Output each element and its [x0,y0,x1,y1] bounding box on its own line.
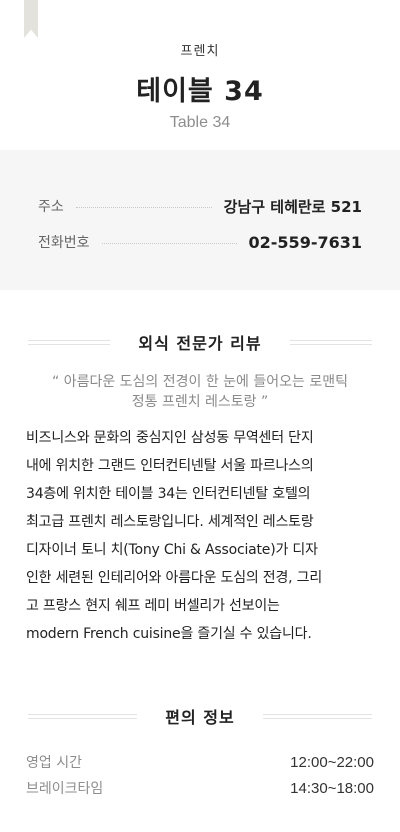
address-label: 주소 [38,199,64,215]
restaurant-name-english: Table 34 [169,114,231,131]
review-line: 최고급 프렌치 레스토랑입니다. 세계적인 레스토랑 [26,514,314,530]
dotted-leader [101,242,237,244]
hours-label: 영업 시간 [26,755,82,771]
heading-rule-right [262,713,373,719]
heading-rule-right [289,339,372,345]
section-heading: 외식 전문가 리뷰 [0,330,400,354]
restaurant-name: 테이블 34 [136,76,264,107]
hours-row-break: 브레이크타임 14:30~18:00 [26,776,374,802]
review-line: 고 프랑스 현지 쉐프 레미 버셀리가 선보이는 [26,598,280,614]
phone-label: 전화번호 [38,235,90,251]
amenities-section: 편의 정보 영업 시간 12:00~22:00 브레이크타임 14:30~18:… [0,648,400,802]
review-line: 34층에 위치한 테이블 34는 인터컨티넨탈 호텔의 [26,486,311,502]
hours-list: 영업 시간 12:00~22:00 브레이크타임 14:30~18:00 [0,728,400,802]
hours-label: 브레이크타임 [26,781,104,797]
phone-value[interactable]: 02-559-7631 [249,233,362,252]
review-line: 인한 세련된 인테리어와 아름다운 도심의 전경, 그리 [26,570,323,586]
quote-line: 정통 프렌치 레스토랑 ” [131,394,269,410]
review-line: 내에 위치한 그랜드 인터컨티넨탈 서울 파르나스의 [26,458,314,474]
expert-review-section: 외식 전문가 리뷰 “ 아름다운 도심의 전경이 한 눈에 들어오는 로맨틱 정… [0,290,400,648]
hours-value: 12:00~22:00 [290,754,374,771]
heading-rule-left [28,339,111,345]
amenities-heading: 편의 정보 [165,708,235,727]
review-line: 디자이너 토니 치(Tony Chi & Associate)가 디자 [26,542,318,558]
dotted-leader [75,206,212,208]
review-body: 비즈니스와 문화의 중심지인 삼성동 무역센터 단지 내에 위치한 그랜드 인터… [0,424,400,648]
review-line: modern French cuisine을 즐기실 수 있습니다. [26,626,312,642]
restaurant-header: 프렌치 테이블 34 Table 34 [0,0,400,150]
phone-row: 전화번호 02-559-7631 [38,224,362,260]
review-line: 비즈니스와 문화의 중심지인 삼성동 무역센터 단지 [26,430,314,446]
restaurant-category: 프렌치 [180,44,220,59]
hours-row-open: 영업 시간 12:00~22:00 [26,750,374,776]
quote-line: “ 아름다운 도심의 전경이 한 눈에 들어오는 로맨틱 [51,374,348,390]
review-quote: “ 아름다운 도심의 전경이 한 눈에 들어오는 로맨틱 정통 프렌치 레스토랑… [0,372,400,412]
heading-rule-left [28,713,138,719]
address-row: 주소 강남구 테헤란로 521 [38,188,362,224]
section-heading: 편의 정보 [0,704,400,728]
hours-value: 14:30~18:00 [290,780,374,797]
contact-info-box: 주소 강남구 테헤란로 521 전화번호 02-559-7631 [0,150,400,290]
review-heading: 외식 전문가 리뷰 [138,334,262,353]
address-value[interactable]: 강남구 테헤란로 521 [224,196,362,217]
